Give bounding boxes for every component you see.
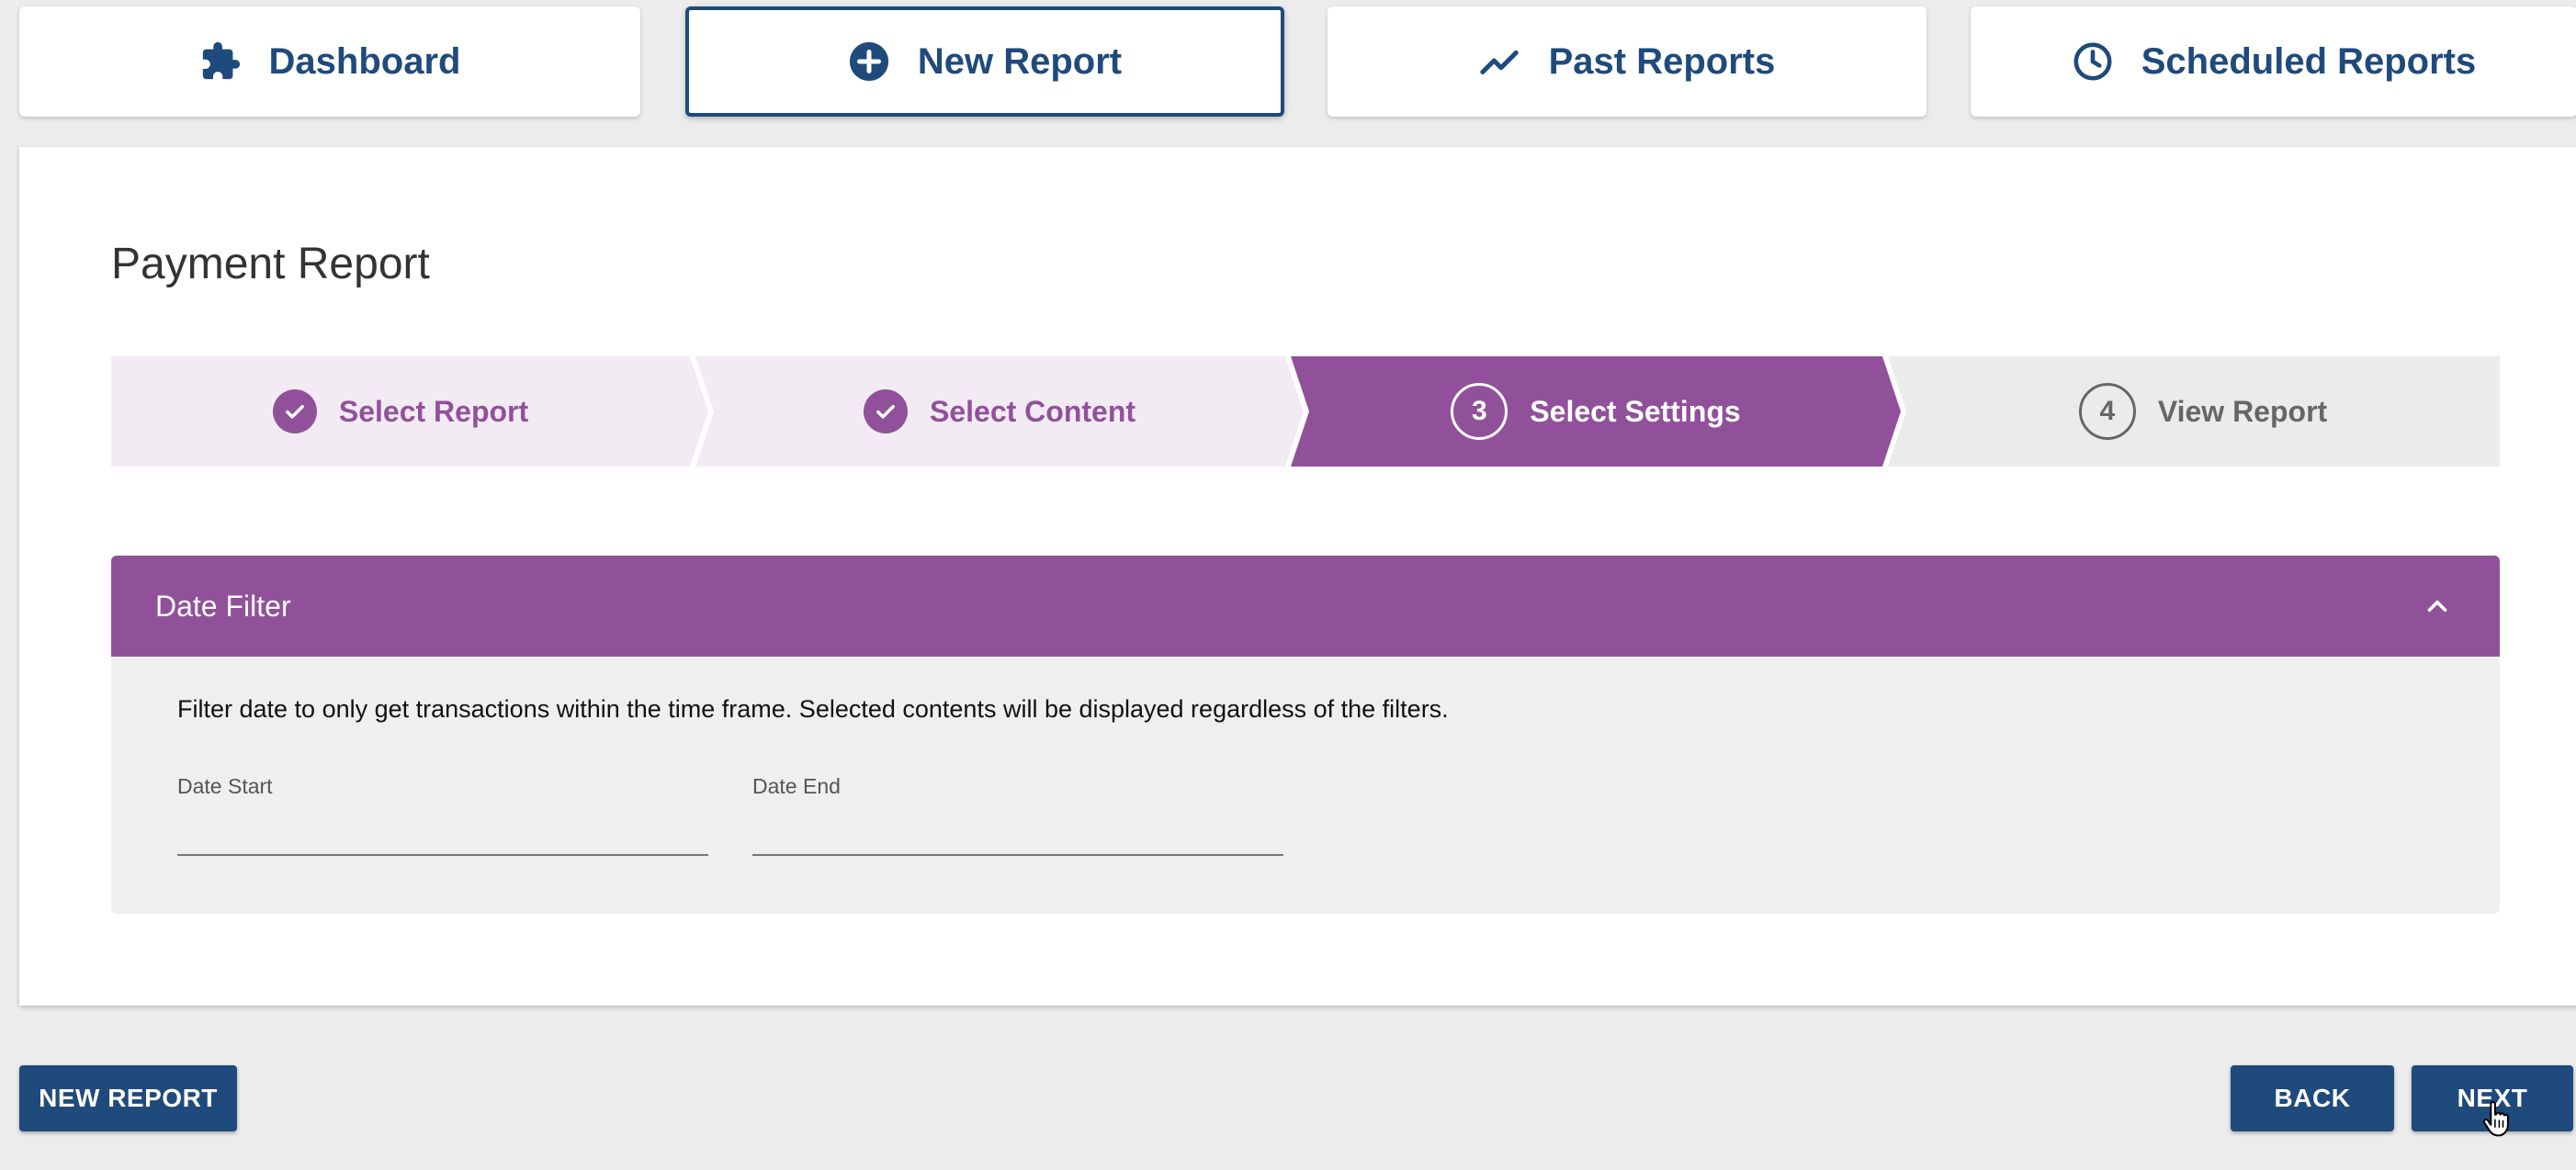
step-number: 3	[1451, 383, 1508, 440]
date-filter-description: Filter date to only get transactions wit…	[177, 695, 1449, 723]
tab-scheduled-reports[interactable]: Scheduled Reports	[1971, 6, 2576, 117]
puzzle-icon	[199, 40, 242, 83]
trend-line-icon	[1479, 40, 1521, 83]
date-filter-title: Date Filter	[155, 589, 291, 623]
plus-circle-icon	[848, 40, 890, 83]
new-report-button[interactable]: NEW REPORT	[19, 1065, 237, 1131]
step-label: Select Settings	[1530, 394, 1741, 428]
date-filter-panel: Date Filter Filter date to only get tran…	[111, 556, 2500, 914]
date-start-input[interactable]	[177, 812, 708, 856]
step-view-report: 4 View Report	[1906, 356, 2500, 467]
step-label: Select Content	[929, 394, 1136, 428]
step-label: View Report	[2157, 394, 2328, 428]
date-end-field: Date End	[752, 774, 1283, 856]
tab-past-reports-label: Past Reports	[1548, 40, 1776, 82]
tab-scheduled-reports-label: Scheduled Reports	[2141, 40, 2477, 82]
page-title: Payment Report	[111, 240, 430, 288]
date-end-label: Date End	[752, 774, 841, 798]
wizard-stepper: Select Report Select Content 3 Select Se…	[111, 356, 2500, 467]
step-number: 4	[2078, 383, 2136, 440]
check-icon	[272, 389, 317, 433]
date-start-label: Date Start	[177, 774, 273, 798]
clock-icon	[2072, 40, 2114, 83]
tab-new-report[interactable]: New Report	[685, 6, 1284, 117]
report-wizard-card: Payment Report Select Report Select Cont…	[19, 147, 2576, 1006]
tab-new-report-label: New Report	[917, 40, 1123, 82]
step-select-settings: 3 Select Settings	[1309, 356, 1882, 467]
tab-dashboard[interactable]: Dashboard	[19, 6, 640, 117]
chevron-up-icon[interactable]	[2419, 588, 2456, 624]
date-filter-header[interactable]: Date Filter	[111, 556, 2500, 657]
tab-past-reports[interactable]: Past Reports	[1328, 6, 1926, 117]
step-label: Select Report	[338, 394, 529, 428]
date-end-input[interactable]	[752, 812, 1283, 856]
tab-dashboard-label: Dashboard	[268, 40, 461, 82]
hand-pointer-icon	[2482, 1101, 2509, 1137]
back-button[interactable]: BACK	[2231, 1065, 2394, 1131]
step-select-content: Select Content	[714, 356, 1285, 467]
check-icon	[863, 389, 908, 433]
step-select-report: Select Report	[111, 356, 690, 467]
date-start-field: Date Start	[177, 774, 708, 856]
